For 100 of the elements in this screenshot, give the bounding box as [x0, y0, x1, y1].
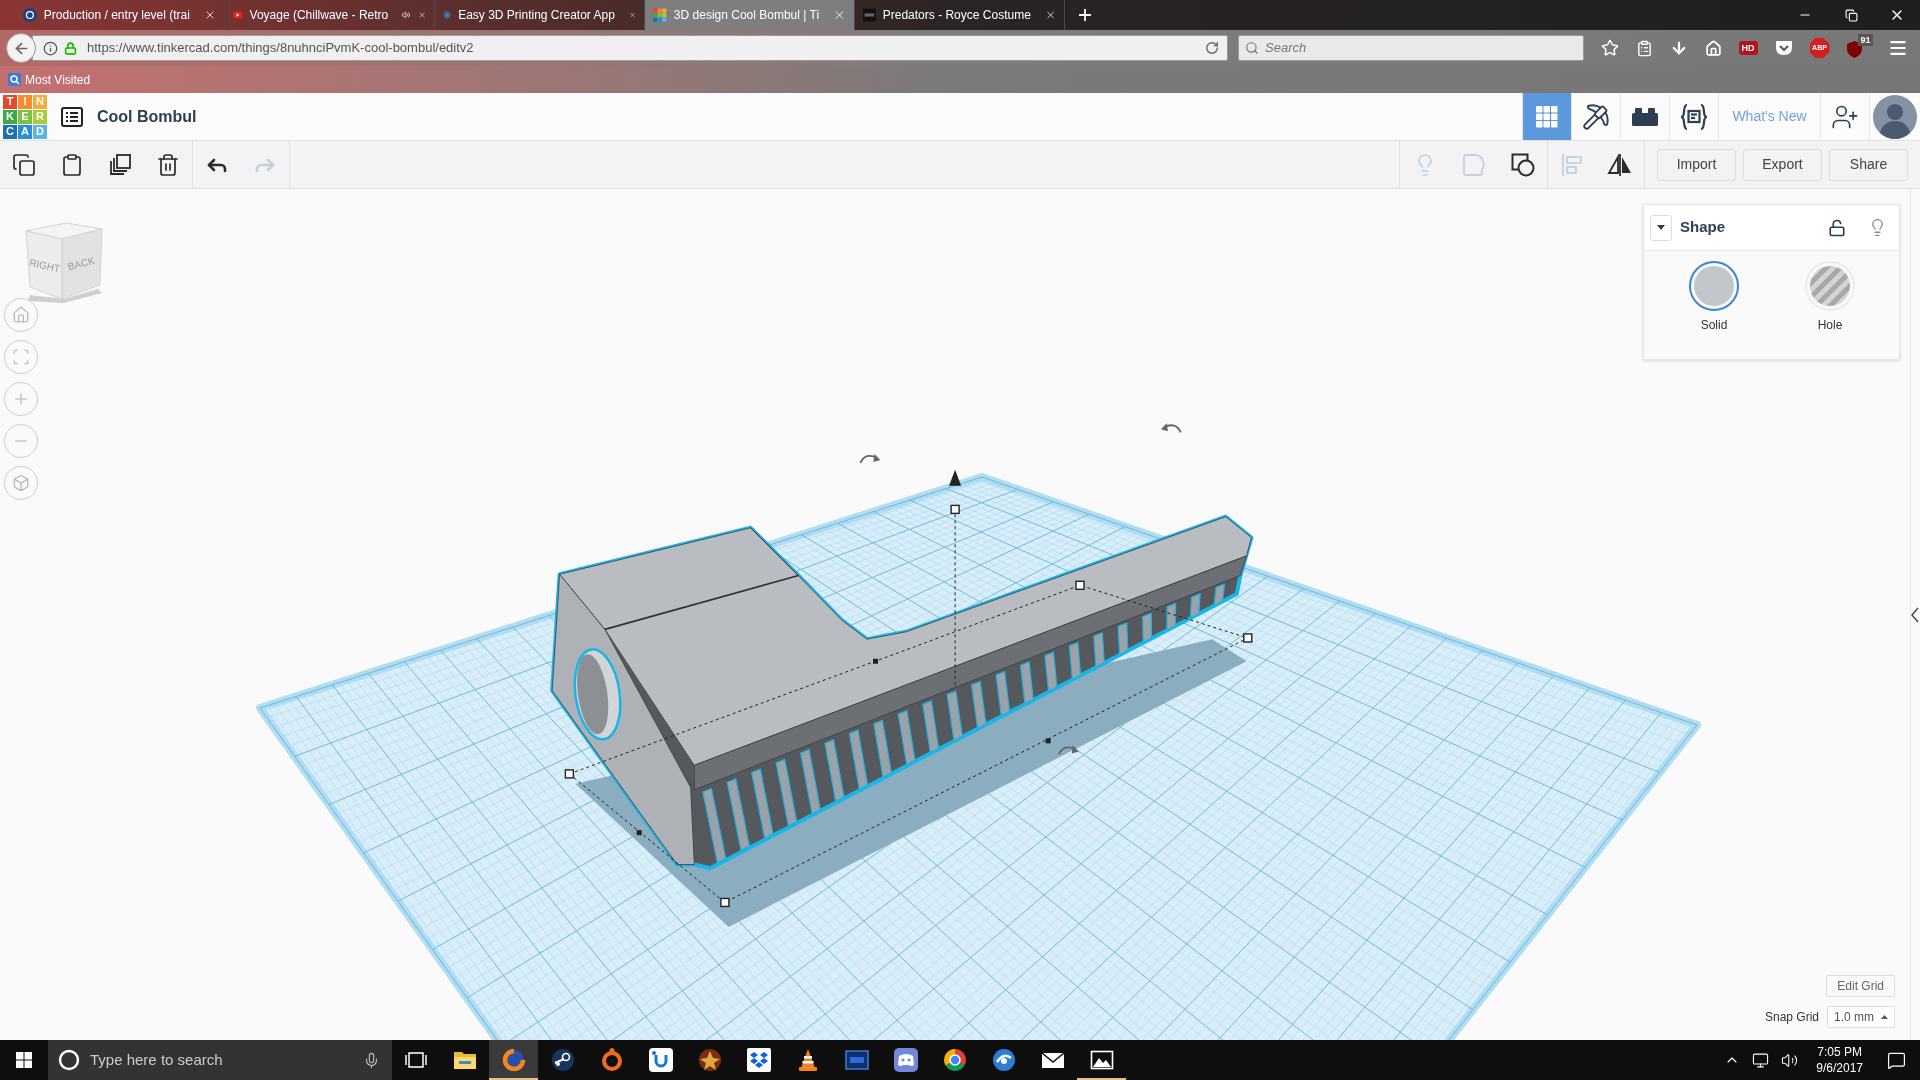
search-ring-icon: [58, 1049, 80, 1071]
segmented-circle-icon[interactable]: [942, 1048, 967, 1072]
rail-tooth: [946, 690, 963, 742]
landscape-icon[interactable]: [1089, 1048, 1114, 1072]
rail-tooth: [1044, 651, 1058, 693]
selection-handle[interactable]: [1045, 738, 1051, 744]
rail-tooth: [1117, 622, 1129, 656]
selection-handle[interactable]: [564, 769, 575, 779]
padlock-icon[interactable]: [1828, 218, 1846, 237]
square-circle-icon[interactable]: [1510, 152, 1535, 177]
rail-tooth: [995, 670, 1011, 717]
search-icon: [1245, 41, 1259, 55]
bookmark-item[interactable]: Most Visited: [8, 70, 91, 89]
bookmark-star-icon[interactable]: [1600, 39, 1619, 57]
selection-handle[interactable]: [950, 504, 960, 515]
star-circle-icon[interactable]: [697, 1048, 722, 1072]
notifications-icon[interactable]: [1887, 1050, 1906, 1070]
info-icon[interactable]: [43, 40, 58, 56]
selection-handle[interactable]: [1075, 580, 1085, 590]
toolbar-button[interactable]: Share: [1829, 148, 1908, 181]
rail-tooth: [799, 748, 821, 815]
taskbar-search-field[interactable]: Type here to search: [48, 1040, 392, 1080]
collapse-button[interactable]: [1650, 214, 1672, 241]
logo-tile: D: [33, 124, 47, 139]
rail-tooth: [1068, 641, 1082, 680]
mirror-icon[interactable]: [1607, 152, 1633, 177]
key-circle-icon[interactable]: [550, 1048, 575, 1072]
logo-tile: T: [3, 94, 17, 109]
rail-tooth: [1093, 631, 1105, 668]
ring-icon[interactable]: [599, 1048, 624, 1072]
delete-icon[interactable]: [156, 152, 180, 177]
rail-tooth: [1189, 592, 1201, 619]
logo-tile: R: [33, 109, 47, 124]
taskbar-app[interactable]: [489, 1040, 538, 1080]
square-logo-icon: [863, 7, 876, 23]
rail-tooth: [1142, 612, 1153, 644]
start-menu-icon[interactable]: [16, 1052, 32, 1068]
selection-handle[interactable]: [720, 897, 730, 908]
new-tab-icon[interactable]: [1076, 6, 1094, 24]
rotate-arrow-icon[interactable]: [859, 453, 881, 464]
u-shape-tile-icon[interactable]: [648, 1048, 673, 1072]
menu-icon[interactable]: [1887, 38, 1908, 58]
selection-handle[interactable]: [873, 658, 878, 664]
list-icon[interactable]: [61, 106, 83, 127]
hd-extension-button[interactable]: HD: [1738, 41, 1758, 55]
selection-handle[interactable]: [636, 830, 642, 836]
toolbar-button[interactable]: Import: [1657, 148, 1736, 181]
duplicate-icon[interactable]: [108, 152, 132, 177]
caret-up-icon: [1881, 1015, 1888, 1019]
globe-icon[interactable]: [501, 1048, 526, 1072]
gamepad-tile-icon[interactable]: [893, 1048, 918, 1072]
microphone-icon[interactable]: [363, 1051, 380, 1069]
tiled-logo-icon: [653, 7, 667, 23]
open-box-icon[interactable]: [746, 1048, 771, 1072]
paste-icon[interactable]: [60, 152, 84, 177]
user-avatar[interactable]: [1873, 94, 1917, 139]
snap-grid-dropdown[interactable]: 1.0 mm: [1827, 1006, 1895, 1028]
shape-type-option[interactable]: Solid: [1656, 261, 1772, 334]
swatch-icon[interactable]: [1689, 261, 1739, 311]
toolbar-button[interactable]: Export: [1743, 148, 1822, 181]
rail-tooth: [897, 709, 916, 766]
panel-title: Shape: [1680, 217, 1725, 238]
clock-time[interactable]: 7:05 PM: [1817, 1044, 1862, 1060]
snap-grid-label: Snap Grid: [1764, 1009, 1819, 1026]
framed-tile-icon[interactable]: [844, 1048, 869, 1072]
edit-grid-button[interactable]: Edit Grid: [1826, 975, 1895, 997]
shield-icon[interactable]: [1846, 41, 1862, 58]
back-button[interactable]: [6, 33, 36, 63]
rail-tooth: [1019, 661, 1034, 705]
rail-tooth: [970, 680, 987, 729]
logo-tile: C: [3, 124, 17, 139]
reload-icon[interactable]: [1205, 41, 1219, 55]
rail-tooth: [1213, 583, 1226, 607]
reading-list-icon[interactable]: [1635, 39, 1653, 57]
eye-circle-icon[interactable]: [991, 1048, 1016, 1072]
selection-handle[interactable]: [1243, 633, 1253, 643]
logo-tile: E: [18, 109, 32, 124]
url-field[interactable]: https://www.tinkercad.com/things/8nuhnciPvmK-cool-bombul/editv2: [32, 35, 1228, 61]
chevron-shield-icon[interactable]: [1774, 40, 1793, 56]
rotate-arrow-icon[interactable]: [1160, 423, 1182, 434]
shape-type-option[interactable]: Hole: [1772, 261, 1888, 334]
network-icon[interactable]: [1752, 1051, 1770, 1069]
pickaxe-icon[interactable]: [1582, 102, 1610, 131]
circle-logo-icon: [23, 7, 37, 23]
browser-tab[interactable]: 3D design Cool Bombul | Ti: [645, 0, 855, 30]
grid-icon[interactable]: [1536, 105, 1558, 128]
play-button-icon: [233, 9, 243, 21]
search-field[interactable]: Search: [1238, 35, 1584, 61]
brick-icon[interactable]: [1632, 107, 1658, 126]
task-view-icon[interactable]: [405, 1052, 427, 1068]
copy-icon[interactable]: [12, 152, 36, 177]
clock-date[interactable]: 9/6/2017: [1816, 1060, 1863, 1076]
rail-tooth: [751, 768, 774, 840]
volume-icon[interactable]: [1781, 1051, 1799, 1069]
collapse-caret-icon[interactable]: [1911, 607, 1919, 623]
rotate-arrow-icon[interactable]: [1057, 745, 1079, 756]
restore-icon[interactable]: [1844, 8, 1858, 22]
caret-down-icon: [1657, 225, 1665, 230]
braces-icon[interactable]: [1680, 103, 1708, 130]
height-arrow-icon[interactable]: [949, 469, 962, 486]
